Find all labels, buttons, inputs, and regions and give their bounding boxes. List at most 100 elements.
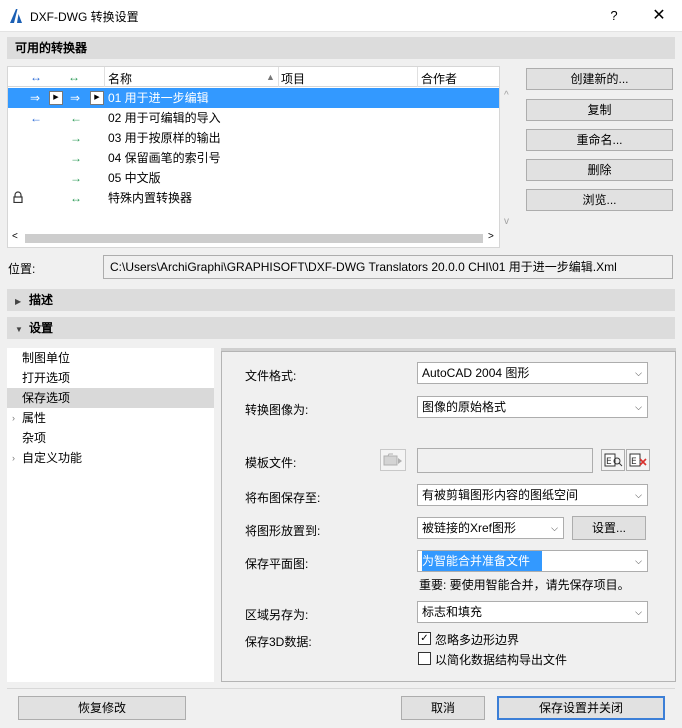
play-icon[interactable]: ▶ [90,91,104,105]
template-file-label: 模板文件: [245,456,297,470]
layout-save-label: 将布图保存至: [245,491,321,505]
zone-save-label: 区域另存为: [245,608,309,622]
zone-save-select[interactable]: 标志和填充 ⌵ [417,601,648,623]
cancel-button[interactable]: 取消 [401,696,485,720]
list-item[interactable]: ↔ 特殊内置转换器 [8,188,499,208]
lock-icon [13,188,23,208]
list-header: ↔ ↔ 名称 ▲ 项目 合作者 [8,67,499,87]
chevron-down-icon: ⌵ [551,523,558,533]
import-arrow-icon: ← [30,111,42,125]
bidirectional-arrow-icon: ↔ [70,191,82,205]
import-column-icon: ↔ [30,70,42,84]
export-arrow-icon: → [70,151,82,165]
save-and-close-button[interactable]: 保存设置并关闭 [497,696,665,720]
drawing-settings-button[interactable]: 设置... [572,516,646,540]
play-icon[interactable]: ▶ [49,91,63,105]
list-item[interactable]: ⇒ ▶ ⇒ ▶ 01 用于进一步编辑 [8,88,499,108]
ignore-polygon-edges-checkbox[interactable]: ✓ [418,632,431,645]
save-3d-label: 保存3D数据: [245,635,312,649]
converter-name: 05 中文版 [108,171,161,185]
svg-text:E: E [606,457,612,467]
clear-template-button[interactable]: E [626,449,650,471]
footer-divider [7,688,675,689]
delete-button[interactable]: 删除 [526,159,673,181]
settings-nav: 制图单位 打开选项 保存选项 › 属性 杂项 › 自定义功能 [7,348,214,682]
open-arrow-icon: ⇒ [30,91,41,105]
nav-item-drawing-units[interactable]: 制图单位 [7,348,214,368]
browse-template-button [380,449,406,471]
export-column-icon: ↔ [68,70,80,84]
chevron-down-icon: ⌵ [635,556,642,566]
description-header[interactable]: ▶ 描述 [7,289,675,311]
converter-name: 03 用于按原样的输出 [108,131,221,145]
nav-item-open-options[interactable]: 打开选项 [7,368,214,388]
column-author[interactable]: 合作者 [421,70,457,87]
horizontal-scrollbar[interactable]: < > [8,230,499,247]
delete-icon: E [629,453,647,467]
simplified-export-label[interactable]: 以简化数据结构导出文件 [435,651,567,668]
chevron-down-icon: ⌵ [635,402,642,412]
nav-item-custom-functions[interactable]: › 自定义功能 [7,448,214,468]
browse-button[interactable]: 浏览... [526,189,673,211]
chevron-down-icon: ⌵ [635,607,642,617]
converter-name: 特殊内置转换器 [108,191,193,205]
drawing-place-label: 将图形放置到: [245,524,321,538]
convert-images-select[interactable]: 图像的原始格式 ⌵ [417,396,648,418]
folder-icon [383,453,402,466]
scroll-thumb[interactable] [25,234,483,243]
list-item[interactable]: → 04 保留画笔的索引号 [8,148,499,168]
simplified-export-checkbox[interactable] [418,652,431,665]
revert-button[interactable]: 恢复修改 [18,696,186,720]
converter-name: 04 保留画笔的索引号 [108,151,221,165]
scroll-left-icon[interactable]: < [12,231,18,242]
sort-ascending-icon: ▲ [266,72,275,82]
window-title: DXF-DWG 转换设置 [30,10,139,24]
floor-plan-label: 保存平面图: [245,557,309,571]
scroll-up-icon[interactable]: ^ [504,90,509,101]
column-project[interactable]: 项目 [281,70,305,87]
file-format-select[interactable]: AutoCAD 2004 图形 ⌵ [417,362,648,384]
converter-list[interactable]: ↔ ↔ 名称 ▲ 项目 合作者 ⇒ ▶ ⇒ ▶ 01 用于进一步编辑 ← ← 0… [7,66,500,248]
file-format-label: 文件格式: [245,369,297,383]
column-name[interactable]: 名称 [108,70,132,87]
layout-save-select[interactable]: 有被剪辑图形内容的图纸空间 ⌵ [417,484,648,506]
export-arrow-icon: → [70,131,82,145]
save-arrow-icon: ⇒ [70,91,81,105]
edit-template-button[interactable]: E [601,449,625,471]
list-item[interactable]: → 03 用于按原样的输出 [8,128,499,148]
collapse-arrow-icon: ▼ [15,325,23,334]
location-path-field: C:\Users\ArchiGraphi\GRAPHISOFT\DXF-DWG … [103,255,673,279]
svg-text:E: E [631,457,637,467]
converters-header: 可用的转换器 [7,37,675,59]
template-file-field [417,448,593,473]
nav-item-save-options[interactable]: 保存选项 [7,388,214,408]
edit-icon: E [604,453,623,467]
settings-header[interactable]: ▼ 设置 [7,317,675,339]
converter-name: 01 用于进一步编辑 [108,91,209,105]
list-item[interactable]: ← ← 02 用于可编辑的导入 [8,108,499,128]
location-label: 位置: [8,262,36,276]
smart-merge-note: 重要: 要使用智能合并，请先保存项目。 [419,578,630,592]
create-new-button[interactable]: 创建新的... [526,68,673,90]
export-arrow-icon: → [70,171,82,185]
chevron-right-icon: › [12,453,15,463]
chevron-down-icon: ⌵ [635,368,642,378]
convert-images-label: 转换图像为: [245,403,309,417]
close-button[interactable]: ✕ [648,6,670,26]
drawing-place-select[interactable]: 被链接的Xref图形 ⌵ [417,517,564,539]
ignore-polygon-edges-label[interactable]: 忽略多边形边界 [435,631,519,648]
expand-arrow-icon: ▶ [15,297,22,306]
converter-name: 02 用于可编辑的导入 [108,111,221,125]
copy-button[interactable]: 复制 [526,99,673,121]
scroll-right-icon[interactable]: > [488,231,494,242]
chevron-down-icon: ⌵ [635,490,642,500]
nav-item-attributes[interactable]: › 属性 [7,408,214,428]
chevron-right-icon: › [12,413,15,423]
help-button[interactable]: ? [604,6,624,26]
title-bar: DXF-DWG 转换设置 ? ✕ [0,0,682,32]
rename-button[interactable]: 重命名... [526,129,673,151]
nav-item-misc[interactable]: 杂项 [7,428,214,448]
list-item[interactable]: → 05 中文版 [8,168,499,188]
floor-plan-select[interactable]: 为智能合并准备文件 ⌵ [417,550,648,572]
scroll-down-icon[interactable]: v [504,216,509,227]
